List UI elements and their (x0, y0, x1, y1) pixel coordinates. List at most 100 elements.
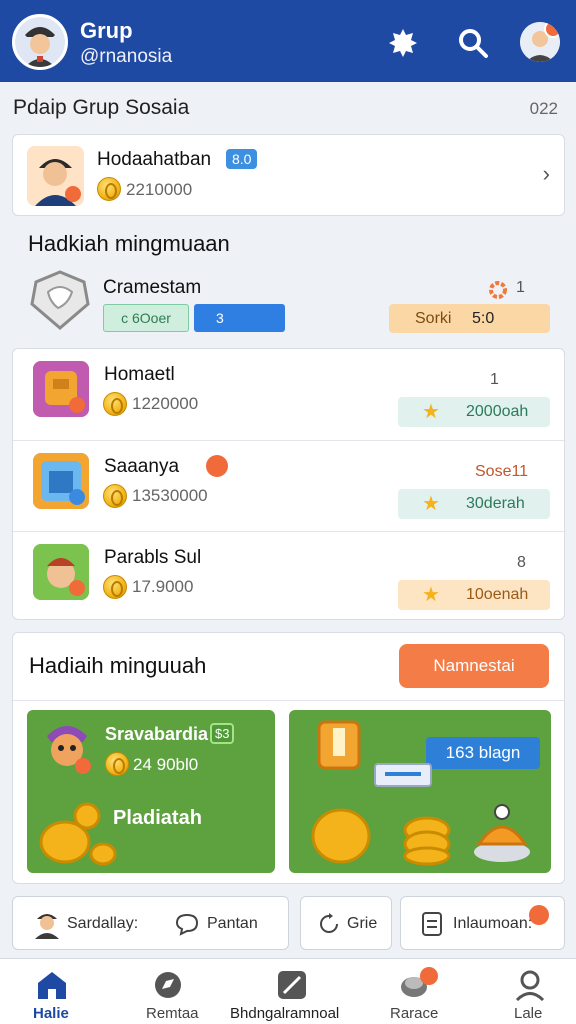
tab-activity[interactable]: Remtaa (116, 959, 222, 1024)
home-icon (34, 969, 70, 1001)
tab-tasks[interactable]: Bhdngalramnoal (230, 959, 352, 1024)
star-icon: ★ (422, 493, 440, 515)
tab-label: Lale (514, 1005, 543, 1022)
list-item[interactable]: Homaetl 1220000 1 ★ 2000oah (13, 349, 566, 440)
document-icon (421, 911, 443, 937)
info-button-label: Inlaumoan: (453, 915, 533, 932)
group-button-label: Sardallay: (67, 915, 139, 932)
item-name: Homaetl (104, 364, 175, 385)
weekly-reward-heading: Hadkiah mingmuaan (28, 231, 230, 256)
member-badge: 8.0 (226, 149, 258, 169)
member-amount: 2210000 (126, 180, 193, 199)
list-item[interactable]: Saaanya 13530000 Sose11 ★ 30derah (13, 440, 566, 531)
tab-label: Bhdngalramnoal (230, 1005, 340, 1022)
progress-item-icon (28, 268, 92, 332)
character-icon (39, 716, 95, 776)
user-icon (33, 909, 61, 939)
star-icon: ★ (422, 584, 440, 606)
item-pill: ★ 10oenah (398, 580, 550, 610)
notification-dot (529, 905, 549, 925)
member-name: Hodaahatban (97, 149, 212, 170)
chat-icon (175, 912, 199, 936)
item-image (33, 453, 89, 509)
rewards-title: Hadiaih minguuah (29, 653, 207, 678)
promo-card-right[interactable]: 163 blagn (289, 710, 551, 873)
chevron-right-icon[interactable]: › (543, 161, 550, 187)
pill-label: Sorki (415, 310, 452, 327)
item-amount: 1220000 (132, 394, 199, 413)
bottom-tab-bar: Halie Remtaa Bhdngalramnoal Rarace Lale (0, 958, 576, 1024)
gear-icon[interactable] (386, 26, 420, 60)
progress-item-pill: Sorki 5:0 (389, 304, 550, 333)
member-list: Homaetl 1220000 1 ★ 2000oah Saaanya 1353… (12, 348, 566, 622)
progress-bar-green: c 6Ooer (103, 304, 189, 332)
item-name: Parabls Sul (104, 547, 202, 568)
coin-pile-icon (39, 802, 119, 868)
promo-label: Pladiatah (113, 807, 202, 829)
item-name: Saaanya (104, 456, 180, 477)
item-pill: ★ 2000oah (398, 397, 550, 427)
notification-dot (544, 22, 560, 38)
list-item[interactable]: Parabls Sul 17.9000 8 ★ 10oenah (13, 531, 566, 622)
share-button[interactable]: Grie (300, 896, 392, 950)
person-icon (512, 969, 548, 1002)
featured-member-card[interactable]: Hodaahatban 8.0 2210000 › (12, 134, 565, 216)
app-header: Grup @rnanosia (0, 0, 576, 82)
treasure-icon (309, 714, 369, 778)
coin-icon (105, 752, 129, 776)
item-pill-text: 10oenah (466, 586, 529, 603)
divider (13, 700, 564, 701)
item-image (33, 361, 89, 417)
pill-value: 5:0 (472, 310, 495, 327)
item-pill: ★ 30derah (398, 489, 550, 519)
claim-button[interactable]: Namnestai (399, 644, 549, 688)
tab-rewards[interactable]: Rarace (364, 959, 468, 1024)
info-button[interactable]: Inlaumoan: (400, 896, 565, 950)
item-right-value: 1 (490, 371, 499, 388)
section-count: 022 (529, 99, 558, 118)
edit-icon (274, 969, 310, 1001)
item-right-value: 8 (517, 554, 526, 571)
ticket-icon (373, 760, 433, 790)
coin-icon (103, 575, 127, 599)
tab-label: Rarace (390, 1005, 439, 1022)
item-right-value: Sose11 (475, 463, 529, 480)
coin-icon (103, 484, 127, 508)
group-title: Grup (80, 18, 133, 43)
item-pill-text: 2000oah (466, 403, 529, 420)
coin-icon (97, 177, 121, 201)
tab-label: Remtaa (146, 1005, 199, 1022)
promo-tag: 163 blagn (426, 737, 540, 769)
alert-icon (206, 455, 228, 477)
profile-avatar[interactable] (520, 22, 560, 62)
progress-bar-blue: 3 (194, 304, 285, 332)
item-amount: 17.9000 (132, 577, 194, 596)
member-portrait (27, 146, 84, 206)
weekly-rewards-card: Hadiaih minguuah Namnestai Sravabardia $… (12, 632, 565, 884)
coin-icon (103, 392, 127, 416)
promo-amount: 24 90bl0 (133, 755, 199, 774)
promo-badge: $3 (210, 723, 235, 744)
group-avatar[interactable] (12, 14, 68, 70)
gear-small-icon (488, 280, 508, 300)
compass-icon (150, 969, 186, 1001)
notification-dot (420, 967, 438, 985)
tab-home[interactable]: Halie (0, 959, 104, 1024)
item-amount: 13530000 (132, 486, 208, 505)
tab-profile[interactable]: Lale (478, 959, 576, 1024)
refresh-icon (317, 912, 341, 936)
item-image (33, 544, 89, 600)
group-button[interactable]: Sardallay: Pantan (12, 896, 289, 950)
promo-card-left[interactable]: Sravabardia $3 24 90bl0 Pladiatah (27, 710, 275, 873)
chat-button-label: Pantan (207, 915, 258, 932)
coin-stack-icon (305, 800, 465, 866)
pot-icon (469, 800, 535, 866)
progress-item-count: 1 (516, 279, 525, 296)
tab-label: Halie (33, 1005, 69, 1022)
search-icon[interactable] (456, 26, 490, 60)
section-title: Pdaip Grup Sosaia (13, 96, 190, 119)
share-button-label: Grie (347, 915, 378, 932)
promo-name: Sravabardia (105, 724, 209, 744)
star-icon: ★ (422, 401, 440, 423)
progress-item-name: Cramestam (103, 277, 202, 298)
